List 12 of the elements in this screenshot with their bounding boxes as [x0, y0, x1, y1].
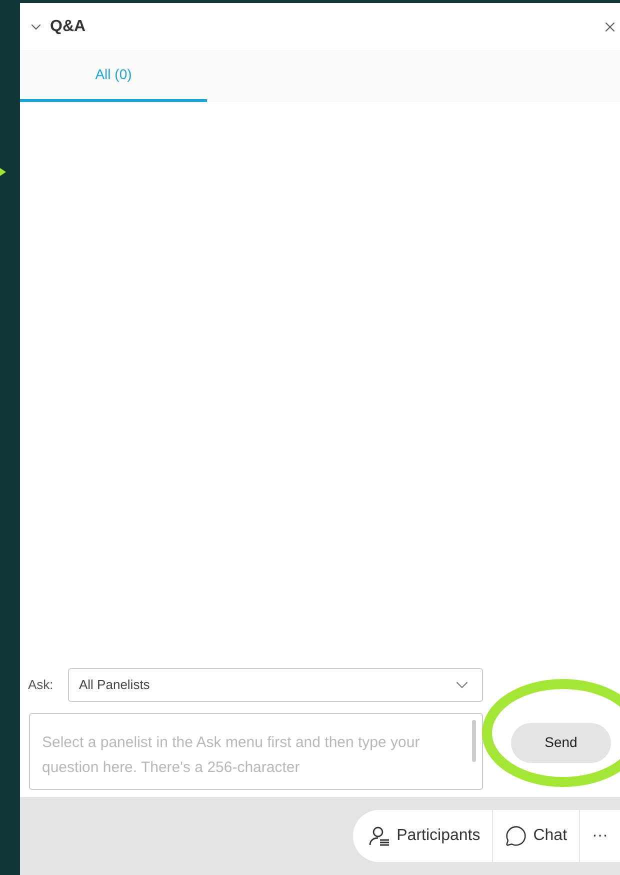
ask-dropdown[interactable]: All Panelists	[68, 668, 483, 702]
chat-button[interactable]: Chat	[492, 810, 580, 862]
ask-label: Ask:	[28, 676, 54, 694]
scrollbar-thumb[interactable]	[472, 720, 476, 762]
speech-bubble-icon	[505, 825, 528, 847]
participants-button[interactable]: Participants	[356, 810, 492, 862]
question-field[interactable]: Select a panelist in the Ask menu first and then type your question here. There's a 256-character	[29, 713, 483, 790]
person-list-icon	[368, 826, 391, 846]
more-button[interactable]: ···	[579, 810, 620, 862]
send-button[interactable]: Send	[511, 722, 611, 762]
panel-title: Q&A	[50, 16, 87, 36]
arrow-icon	[0, 168, 6, 176]
